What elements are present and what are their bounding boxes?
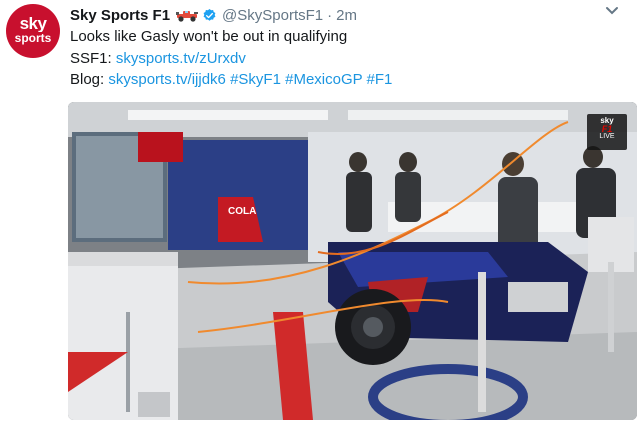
tweet-header: Sky Sports F1 @SkySportsF1 · 2m	[70, 5, 357, 25]
broadcast-logo: sky F1 LIVE	[587, 114, 627, 150]
tweet-card[interactable]: sky sports Sky Sports F1 @SkySportsF1 · …	[0, 0, 639, 422]
hashtag-mexicogp[interactable]: #MexicoGP	[285, 71, 362, 88]
ssf1-prefix: SSF1:	[70, 50, 116, 67]
user-handle[interactable]: @SkySportsF1	[222, 7, 323, 24]
racing-car-emoji-icon	[176, 11, 199, 22]
tweet-media-image[interactable]: COLA sky F1 LIVE	[68, 102, 637, 420]
hashtag-f1[interactable]: #F1	[367, 71, 393, 88]
blog-link[interactable]: skysports.tv/ijjdk6	[108, 71, 226, 88]
tweet-timestamp[interactable]: 2m	[336, 7, 357, 24]
hashtag-skyf1[interactable]: #SkyF1	[230, 71, 281, 88]
ssf1-link[interactable]: skysports.tv/zUrxdv	[116, 50, 246, 67]
tweet-text-line3: Blog: skysports.tv/ijjdk6 #SkyF1 #Mexico…	[70, 70, 392, 90]
avatar-sky-text: sky	[19, 14, 47, 33]
broadcast-subbrand: F1	[601, 124, 613, 134]
verified-badge-icon	[203, 8, 216, 21]
tweet-text-line1: Looks like Gasly won't be out in qualify…	[70, 28, 348, 45]
broadcast-live-label: LIVE	[599, 133, 615, 140]
blog-prefix: Blog:	[70, 71, 109, 88]
sidepod-text: COLA	[228, 206, 256, 217]
garage-scene-illustration: COLA	[68, 102, 637, 420]
avatar-sports-text: sports	[14, 31, 52, 45]
tweet-text-line2: SSF1: skysports.tv/zUrxdv	[70, 49, 246, 69]
display-name[interactable]: Sky Sports F1	[70, 7, 170, 24]
chevron-down-icon[interactable]	[605, 6, 619, 16]
avatar[interactable]: sky sports	[6, 4, 60, 58]
separator-dot: ·	[327, 6, 333, 24]
